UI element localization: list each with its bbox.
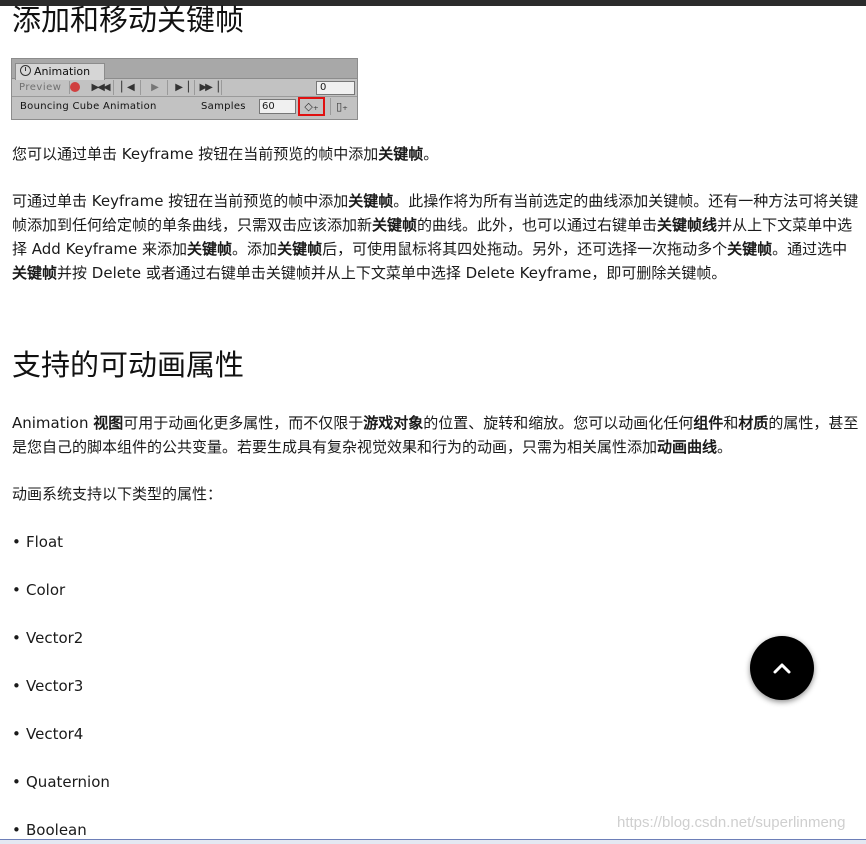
text-run: 您可以通过单击 Keyframe 按钮在当前预览的帧中添加 [12,145,379,163]
bullet-dot: • [12,677,21,695]
next-frame-icon: ▶▕ [168,80,195,95]
property-type-label: Quaternion [26,773,110,791]
samples-label: Samples [201,101,246,112]
bullet-dot: • [12,773,21,791]
bold-term: 关键帧 [348,192,394,210]
property-type-label: Boolean [26,821,87,839]
paragraph-supported-types: 动画系统支持以下类型的属性： [12,482,860,506]
bold-term: 关键帧 [12,264,58,282]
clock-icon [20,65,31,76]
animation-tab-row: Animation [12,59,357,80]
last-frame-icon: ▶▶▕ [195,80,222,95]
property-type-item: • Vector4 [12,722,83,746]
first-frame-icon: ▶◀◀ [87,80,114,95]
bold-term: 动画曲线 [657,438,718,456]
animation-window-screenshot: Animation Preview ▶◀◀ ▏◀ ▶ ▶▕ ▶▶▕ 0 Boun… [11,58,358,120]
clip-name: Bouncing Cube Animation [20,101,157,112]
property-type-item: • Color [12,578,65,602]
text-run: 。通过选中 [772,240,848,258]
property-type-label: Vector4 [26,725,84,743]
bottom-strip [0,839,866,844]
add-keyframe-icon: ◇₊ [298,97,325,116]
record-icon [70,82,80,92]
bold-term: 关键帧 [727,240,773,258]
animation-tab: Animation [15,63,105,80]
bold-term: 关键帧 [378,145,424,163]
watermark: https://blog.csdn.net/superlinmeng [617,814,846,831]
paragraph-animation-view: Animation 视图可用于动画化更多属性，而不仅限于游戏对象的位置、旋转和缩… [12,411,860,459]
animation-controls-row: Preview ▶◀◀ ▏◀ ▶ ▶▕ ▶▶▕ 0 [12,79,357,97]
property-type-item: • Vector2 [12,626,83,650]
paragraph-keyframe-details: 可通过单击 Keyframe 按钮在当前预览的帧中添加关键帧。此操作将为所有当前… [12,189,860,285]
property-type-label: Vector2 [26,629,84,647]
property-type-item: • Float [12,530,63,554]
bullet-dot: • [12,581,21,599]
bold-term: 关键帧线 [657,216,718,234]
text-run: 后，可使用鼠标将其四处拖动。另外，还可选择一次拖动多个 [322,240,728,258]
text-run: 。 [717,438,733,456]
text-run: Animation [12,414,94,432]
property-type-label: Float [26,533,64,551]
bold-term: 游戏对象 [363,414,424,432]
section-title-add-move-keyframes: 添加和移动关键帧 [12,3,245,37]
text-run: 。添加 [232,240,278,258]
text-run: 的位置、旋转和缩放。您可以动画化任何 [423,414,694,432]
bullet-dot: • [12,629,21,647]
bold-term: 材质 [738,414,769,432]
bold-term: 关键帧 [372,216,418,234]
animation-tab-label: Animation [34,65,91,78]
bullet-dot: • [12,533,21,551]
text-run: 可用于动画化更多属性，而不仅限于 [123,414,364,432]
property-type-item: • Vector3 [12,674,83,698]
section-title-animatable-properties: 支持的可动画属性 [12,348,245,382]
bold-term: 组件 [693,414,724,432]
property-type-label: Color [26,581,66,599]
play-icon: ▶ [141,80,168,95]
text-run: 和 [723,414,739,432]
property-type-item: • Quaternion [12,770,110,794]
animation-clip-row: Bouncing Cube Animation Samples 60 ◇₊ ▯₊ [12,97,357,117]
paragraph-keyframe-button: 您可以通过单击 Keyframe 按钮在当前预览的帧中添加关键帧。 [12,142,860,166]
frame-field: 0 [316,81,355,95]
bold-term: 关键帧 [277,240,323,258]
samples-field: 60 [259,99,296,114]
property-type-label: Vector3 [26,677,84,695]
text-run: 的曲线。此外，也可以通过右键单击 [417,216,658,234]
text-run: 并按 Delete 或者通过右键单击关键帧并从上下文菜单中选择 Delete K… [57,264,727,282]
chevron-up-icon [773,663,791,674]
prev-frame-icon: ▏◀ [114,80,141,95]
bold-term: 视图 [93,414,124,432]
bold-term: 关键帧 [187,240,233,258]
back-to-top-button[interactable] [750,636,814,700]
text-run: 可通过单击 Keyframe 按钮在当前预览的帧中添加 [12,192,349,210]
add-event-icon: ▯₊ [330,98,353,115]
preview-label: Preview [15,81,70,94]
bullet-dot: • [12,725,21,743]
text-run: 。 [423,145,439,163]
text-run: 动画系统支持以下类型的属性： [12,485,223,503]
